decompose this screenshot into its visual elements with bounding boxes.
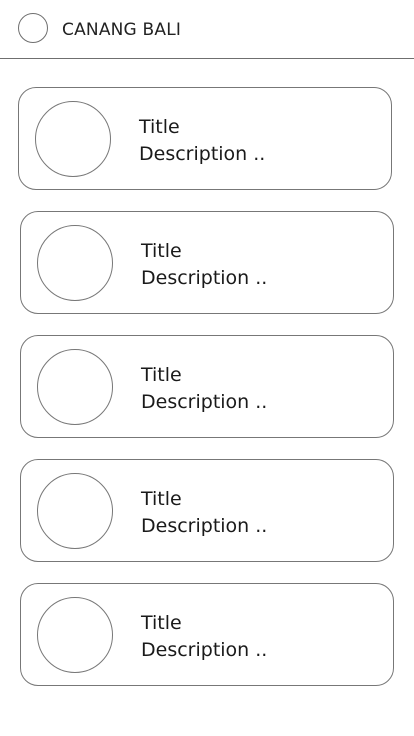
thumbnail-image	[37, 473, 113, 549]
item-title: Title	[141, 364, 182, 386]
list-item[interactable]: Title Description ..	[18, 87, 392, 190]
list-item[interactable]: Title Description ..	[20, 211, 394, 314]
app-title: CANANG BALI	[62, 20, 182, 40]
thumbnail-image	[35, 101, 111, 177]
list-item[interactable]: Title Description ..	[20, 583, 394, 686]
thumbnail-image	[37, 597, 113, 673]
thumbnail-image	[37, 349, 113, 425]
item-description: Description ..	[141, 515, 268, 537]
list-item[interactable]: Title Description ..	[20, 335, 394, 438]
item-title: Title	[141, 240, 182, 262]
item-description: Description ..	[141, 391, 268, 413]
item-title: Title	[139, 116, 180, 138]
item-description: Description ..	[141, 639, 268, 661]
item-description: Description ..	[141, 267, 268, 289]
item-title: Title	[141, 488, 182, 510]
list-item[interactable]: Title Description ..	[20, 459, 394, 562]
avatar[interactable]	[18, 13, 48, 43]
app-header: CANANG BALI	[0, 0, 414, 59]
item-description: Description ..	[139, 143, 266, 165]
item-title: Title	[141, 612, 182, 634]
thumbnail-image	[37, 225, 113, 301]
